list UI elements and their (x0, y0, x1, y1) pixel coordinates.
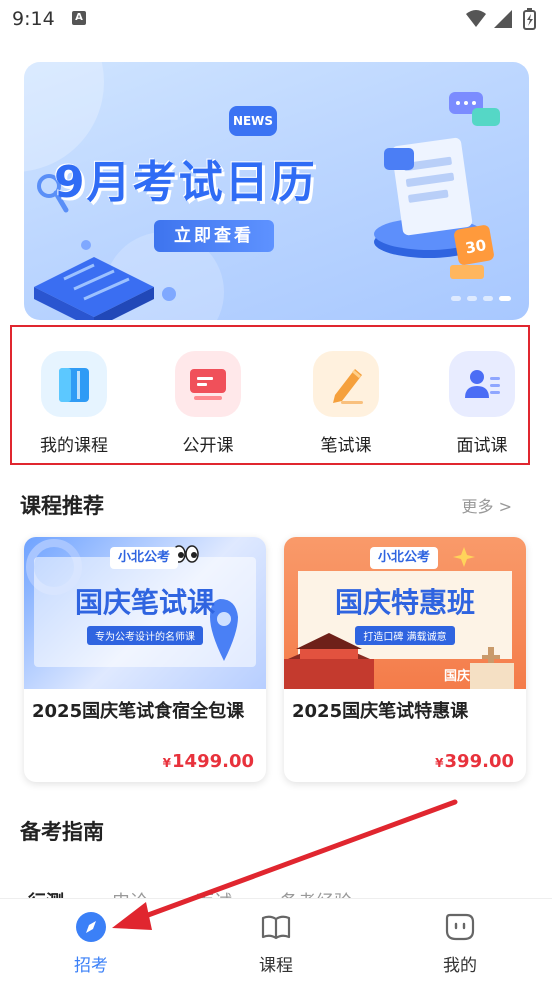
cover-stamp: 国庆 (444, 669, 471, 684)
calendar-number: 30 (464, 236, 488, 257)
more-link[interactable]: 更多 > (462, 493, 513, 517)
course-name: 2025国庆笔试食宿全包课 (32, 701, 245, 722)
quick-entry-written-class[interactable]: 笔试课 (301, 351, 391, 461)
quick-entry-open-class[interactable]: 公开课 (163, 351, 253, 461)
notification-icon: A (72, 11, 86, 25)
quick-entry-label: 面试课 (456, 436, 508, 456)
quick-entry-label: 我的课程 (40, 436, 108, 456)
card-cover-subtitle-wrap: 打造口碑 满载诚意 (284, 625, 526, 645)
quick-entry-grid: 我的课程 公开课 笔试课 面试课 (10, 325, 530, 465)
course-card[interactable]: 小北公考 国庆笔试课 专为公考设计的名师课 2025国庆笔试食宿全包课 ¥149… (24, 537, 266, 782)
card-cover-title: 国庆笔试课 (74, 586, 215, 619)
nav-tab-recruit[interactable]: 招考 (46, 911, 136, 976)
currency-symbol: ¥ (435, 756, 444, 770)
profile-face-icon (444, 911, 476, 943)
bottom-nav: 招考 课程 我的 (0, 898, 552, 983)
screen-icon (175, 351, 241, 417)
guide-title: 备考指南 (20, 820, 104, 844)
signal-icon (494, 10, 512, 28)
status-icons (466, 8, 536, 30)
price-value: 399.00 (444, 751, 514, 772)
currency-symbol: ¥ (162, 756, 172, 770)
view-now-button[interactable]: 立即查看 (154, 220, 274, 252)
quick-entry-label: 公开课 (182, 436, 234, 456)
price-value: 1499.00 (172, 751, 254, 772)
promo-banner[interactable]: 30 NEWS 9月考试日历 立即查看 (24, 62, 529, 320)
interview-icon (449, 351, 515, 417)
banner-pagination (451, 296, 511, 301)
nav-label: 我的 (443, 956, 477, 976)
card-cover-subtitle: 专为公考设计的名师课 (87, 626, 203, 645)
compass-icon (75, 911, 107, 943)
book-icon (41, 351, 107, 417)
banner-title: 9月考试日历 (54, 157, 317, 208)
quick-entry-interview-class[interactable]: 面试课 (437, 351, 527, 461)
card-brand: 小北公考 (370, 547, 439, 569)
card-brand: 小北公考 (110, 547, 179, 569)
status-bar: 9:14 A (0, 0, 552, 40)
status-time: 9:14 (12, 8, 55, 30)
open-book-icon (260, 911, 292, 943)
course-price: ¥1499.00 (163, 751, 254, 772)
nav-label: 课程 (259, 956, 293, 976)
quick-entry-my-courses[interactable]: 我的课程 (29, 351, 119, 461)
nav-tab-mine[interactable]: 我的 (415, 911, 505, 976)
course-cover: 小北公考 国庆笔试课 专为公考设计的名师课 (24, 537, 266, 689)
chat-bubbles-icon (449, 92, 500, 126)
course-name: 2025国庆笔试特惠课 (292, 701, 469, 722)
pen-icon (313, 351, 379, 417)
card-cover-subtitle-wrap: 专为公考设计的名师课 (24, 625, 266, 645)
pagination-dot (467, 296, 477, 301)
wifi-icon (466, 10, 486, 27)
course-price: ¥399.00 (435, 751, 514, 772)
nav-label: 招考 (74, 956, 108, 976)
recommend-title: 课程推荐 (20, 494, 104, 518)
course-cover: 小北公考 国庆特惠班 打造口碑 满载诚意 国庆 (284, 537, 526, 689)
pagination-dot-active (499, 296, 511, 301)
quick-entry-label: 笔试课 (320, 436, 372, 456)
pagination-dot (483, 296, 493, 301)
battery-icon (523, 8, 536, 30)
pagination-dot (451, 296, 461, 301)
card-cover-title: 国庆特惠班 (334, 586, 475, 619)
course-card[interactable]: 小北公考 国庆特惠班 打造口碑 满载诚意 国庆 2025国庆笔试特惠课 ¥399… (284, 537, 526, 782)
news-badge: NEWS (229, 106, 277, 136)
nav-tab-courses[interactable]: 课程 (231, 911, 321, 976)
card-cover-subtitle: 打造口碑 满载诚意 (355, 626, 455, 645)
